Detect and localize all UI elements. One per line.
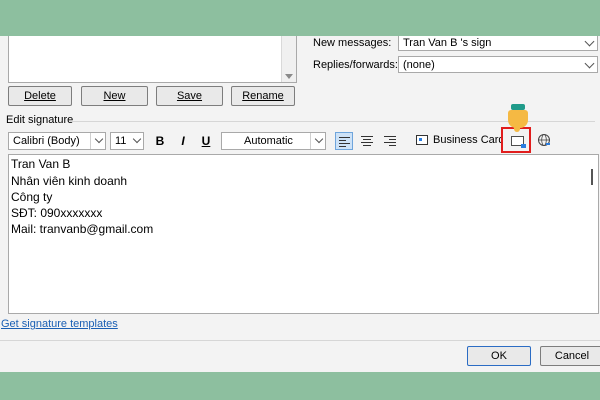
top-background-band — [0, 0, 600, 36]
hand-pointer-finger — [514, 126, 520, 132]
delete-button[interactable]: Delete — [8, 86, 72, 106]
replies-forwards-label: Replies/forwards: — [313, 59, 398, 71]
signature-line-name: Tran Van B — [11, 157, 71, 171]
scroll-down-icon[interactable] — [285, 74, 293, 79]
rename-button[interactable]: Rename — [231, 86, 295, 106]
save-button[interactable]: Save — [156, 86, 223, 106]
chevron-down-icon — [584, 36, 595, 47]
edit-signature-heading: Edit signature — [6, 114, 74, 126]
delete-button-label: Delete — [24, 90, 56, 102]
signature-editor[interactable]: Tran Van B Nhân viên kinh doanh Công ty … — [8, 154, 599, 314]
chevron-down-icon — [314, 134, 324, 144]
ok-button[interactable]: OK — [467, 346, 531, 366]
new-messages-select[interactable]: Tran Van B 's sign — [398, 36, 598, 51]
new-messages-value: Tran Van B 's sign — [403, 37, 492, 49]
align-right-button[interactable] — [381, 132, 399, 150]
align-left-button[interactable] — [335, 132, 353, 150]
new-button-label: New — [103, 90, 126, 102]
business-card-icon — [416, 135, 428, 145]
italic-button[interactable]: I — [174, 132, 192, 150]
ok-button-label: OK — [491, 350, 507, 362]
font-color-divider — [310, 133, 311, 149]
cancel-button-label: Cancel — [554, 350, 590, 362]
chevron-down-icon — [584, 58, 595, 69]
footer-divider — [0, 340, 600, 341]
save-button-label: Save — [176, 90, 203, 102]
signature-line-company: Công ty — [11, 190, 53, 204]
replies-forwards-value: (none) — [403, 59, 435, 71]
font-size-select[interactable]: 11 — [110, 132, 144, 150]
font-size-value: 11 — [115, 135, 127, 147]
signature-line-phone: SĐT: 090xxxxxxx — [11, 206, 103, 220]
font-select[interactable]: Calibri (Body) — [8, 132, 106, 150]
font-color-select[interactable]: Automatic — [221, 132, 326, 150]
chevron-down-icon — [132, 134, 142, 144]
new-messages-label: New messages: — [313, 37, 392, 49]
bold-button[interactable]: B — [151, 132, 169, 150]
business-card-label: Business Card — [433, 134, 505, 146]
font-color-value: Automatic — [244, 135, 293, 147]
chevron-down-icon — [94, 134, 104, 144]
underline-button[interactable]: U — [197, 132, 215, 150]
hyperlink-icon[interactable] — [537, 133, 551, 147]
signature-list[interactable] — [8, 36, 297, 83]
align-center-button[interactable] — [358, 132, 376, 150]
editor-scrollbar-thumb[interactable] — [591, 169, 593, 185]
font-select-divider — [90, 133, 91, 149]
signature-list-scrollbar[interactable] — [281, 36, 296, 82]
picture-icon — [511, 136, 526, 148]
signature-line-email: Mail: tranvanb@gmail.com — [11, 222, 154, 236]
signature-line-title: Nhân viên kinh doanh — [11, 174, 128, 188]
hand-pointer-icon — [508, 104, 528, 132]
cancel-button[interactable]: Cancel — [540, 346, 600, 366]
get-signature-templates-link[interactable]: Get signature templates — [1, 318, 118, 330]
signatures-dialog: New messages: Tran Van B 's sign Replies… — [0, 36, 600, 372]
replies-forwards-select[interactable]: (none) — [398, 56, 598, 73]
new-button[interactable]: New — [81, 86, 148, 106]
rename-button-label: Rename — [242, 90, 284, 102]
bottom-background-band — [0, 372, 600, 400]
font-value: Calibri (Body) — [13, 135, 80, 147]
